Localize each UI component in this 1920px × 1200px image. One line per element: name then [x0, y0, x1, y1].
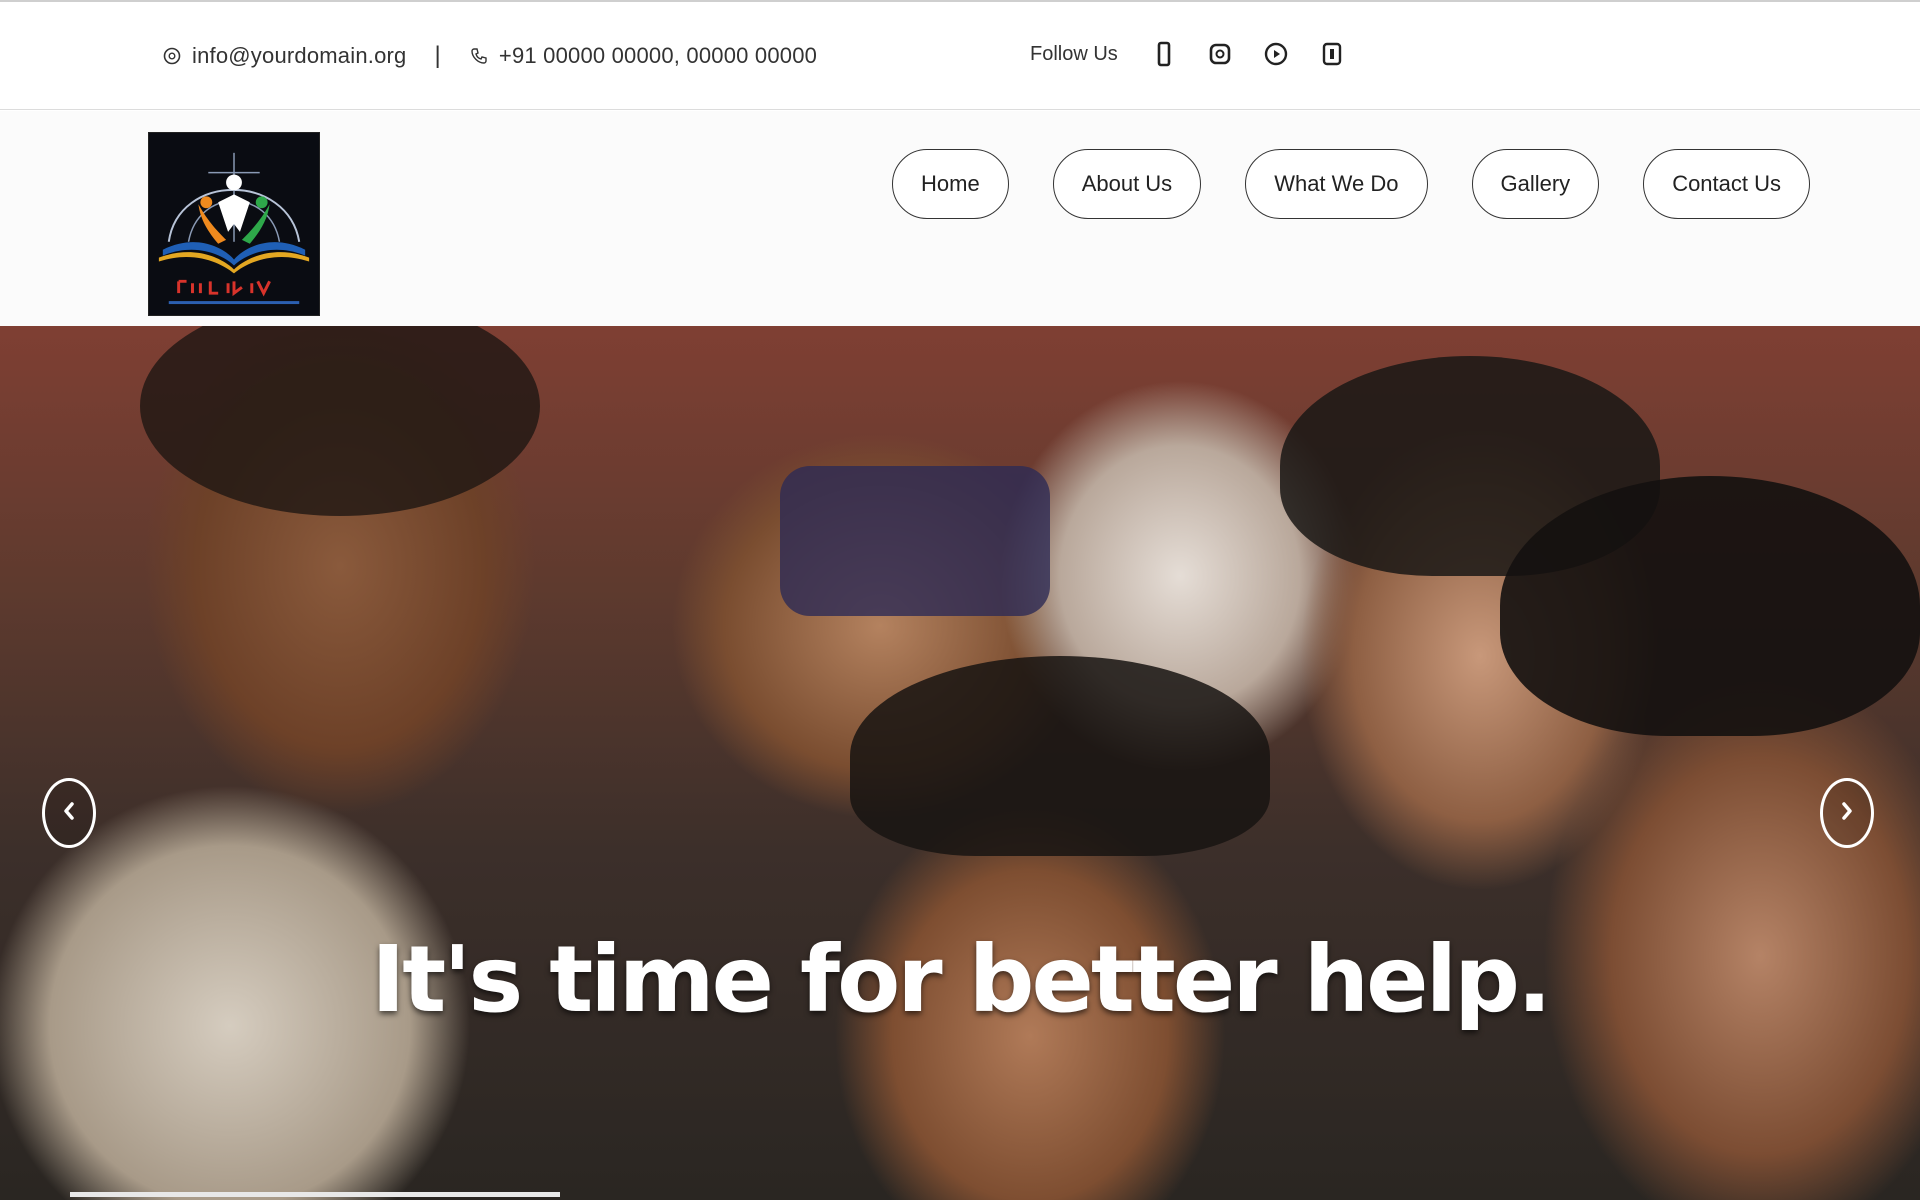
hero-image-detail: [140, 326, 540, 516]
contact-info: info@yourdomain.org | +91 00000 00000, 0…: [162, 42, 817, 70]
nav-about-us[interactable]: About Us: [1052, 149, 1202, 219]
slider-progress-bar: [70, 1192, 560, 1197]
phone-icon: [469, 46, 489, 66]
hero-image-detail: [1500, 476, 1920, 736]
top-bar: info@yourdomain.org | +91 00000 00000, 0…: [0, 0, 1920, 110]
site-logo[interactable]: [148, 132, 320, 316]
instagram-icon[interactable]: [1208, 42, 1232, 66]
hero-slider: It's time for better help.: [0, 326, 1920, 1200]
slider-next-button[interactable]: [1820, 778, 1874, 848]
youtube-icon[interactable]: [1264, 42, 1288, 66]
chevron-left-icon: [61, 800, 77, 827]
hero-headline: It's time for better help.: [371, 926, 1552, 1033]
nav-what-we-do[interactable]: What We Do: [1245, 149, 1428, 219]
nav-gallery[interactable]: Gallery: [1471, 149, 1600, 219]
site-header: Home About Us What We Do Gallery Contact…: [0, 111, 1920, 326]
separator: |: [434, 42, 441, 69]
email-link[interactable]: info@yourdomain.org: [192, 43, 406, 69]
nav-home[interactable]: Home: [892, 149, 1009, 219]
social-icons: [1152, 41, 1344, 67]
linkedin-icon[interactable]: [1320, 42, 1344, 66]
email-icon: [162, 46, 182, 66]
follow-label: Follow Us: [1030, 42, 1118, 65]
hero-image-detail: [850, 656, 1270, 856]
hero-image-detail: [780, 466, 1050, 616]
phone-link[interactable]: +91 00000 00000, 00000 00000: [499, 43, 817, 69]
facebook-icon[interactable]: [1152, 41, 1176, 67]
main-nav: Home About Us What We Do Gallery Contact…: [892, 149, 1811, 219]
chevron-right-icon: [1839, 800, 1855, 827]
social-follow: Follow Us: [1030, 41, 1344, 67]
nav-contact-us[interactable]: Contact Us: [1643, 149, 1811, 219]
slider-prev-button[interactable]: [42, 778, 96, 848]
